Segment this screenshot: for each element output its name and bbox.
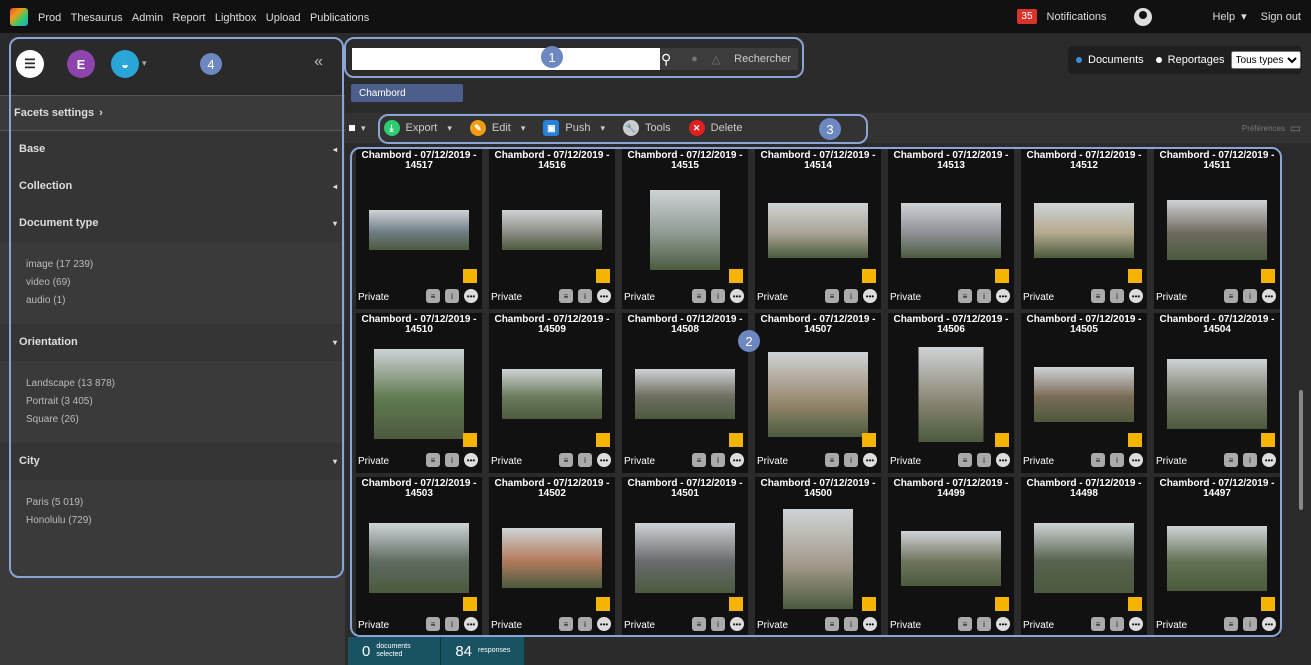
top-bar: Prod Thesaurus Admin Report Lightbox Upl…: [0, 0, 1311, 33]
nav-lightbox[interactable]: Lightbox: [215, 12, 257, 24]
nav-admin[interactable]: Admin: [132, 12, 163, 24]
top-right: 35 Notifications Help ▾ Sign out: [1017, 0, 1301, 33]
reportages-radio-label[interactable]: Reportages: [1168, 54, 1225, 66]
annotation-frame-3: [378, 114, 868, 144]
result-type-filter: Documents Reportages Tous types: [1068, 46, 1302, 74]
responses-number: 84: [455, 642, 473, 660]
reportages-radio-icon[interactable]: [1155, 57, 1162, 63]
select-menu-chevron-icon[interactable]: ▾: [361, 123, 366, 134]
selected-label: documents selected: [376, 643, 411, 658]
monitor-icon[interactable]: ▭: [1290, 121, 1301, 135]
nav-publications[interactable]: Publications: [310, 12, 369, 24]
top-nav: Prod Thesaurus Admin Report Lightbox Upl…: [38, 10, 375, 24]
annotation-frame-4: [9, 37, 344, 578]
type-select[interactable]: Tous types: [1230, 51, 1301, 69]
nav-report[interactable]: Report: [172, 12, 205, 24]
responses-count: 84 responses: [441, 637, 526, 665]
user-avatar-icon[interactable]: [1134, 7, 1153, 26]
nav-thesaurus[interactable]: Thesaurus: [71, 12, 123, 24]
search-chip[interactable]: Chambord: [351, 84, 463, 102]
help-menu[interactable]: Help: [1212, 11, 1235, 23]
annotation-frame-1: [344, 37, 804, 78]
results-scrollbar[interactable]: [1299, 390, 1303, 510]
status-bar: 0 documents selected 84 responses: [348, 637, 526, 665]
notifications-badge[interactable]: 35: [1017, 9, 1037, 24]
annotation-3: 3: [819, 118, 841, 140]
responses-label: responses: [478, 647, 511, 654]
documents-radio-label[interactable]: Documents: [1088, 54, 1144, 66]
annotation-2: 2: [738, 330, 760, 352]
signout-link[interactable]: Sign out: [1261, 11, 1301, 23]
nav-prod[interactable]: Prod: [38, 12, 61, 24]
selected-count: 0 documents selected: [348, 637, 442, 665]
preferences-link[interactable]: Préférences: [1242, 124, 1285, 133]
documents-radio-icon[interactable]: [1076, 57, 1082, 63]
chevron-down-icon: ▾: [1241, 11, 1247, 23]
nav-upload[interactable]: Upload: [266, 12, 301, 24]
selected-number: 0: [362, 642, 371, 660]
annotation-frame-2: [350, 147, 1282, 637]
select-all-checkbox[interactable]: [349, 125, 355, 131]
app-logo[interactable]: [10, 7, 28, 26]
notifications-link[interactable]: Notifications: [1047, 11, 1107, 23]
annotation-1: 1: [541, 46, 563, 68]
